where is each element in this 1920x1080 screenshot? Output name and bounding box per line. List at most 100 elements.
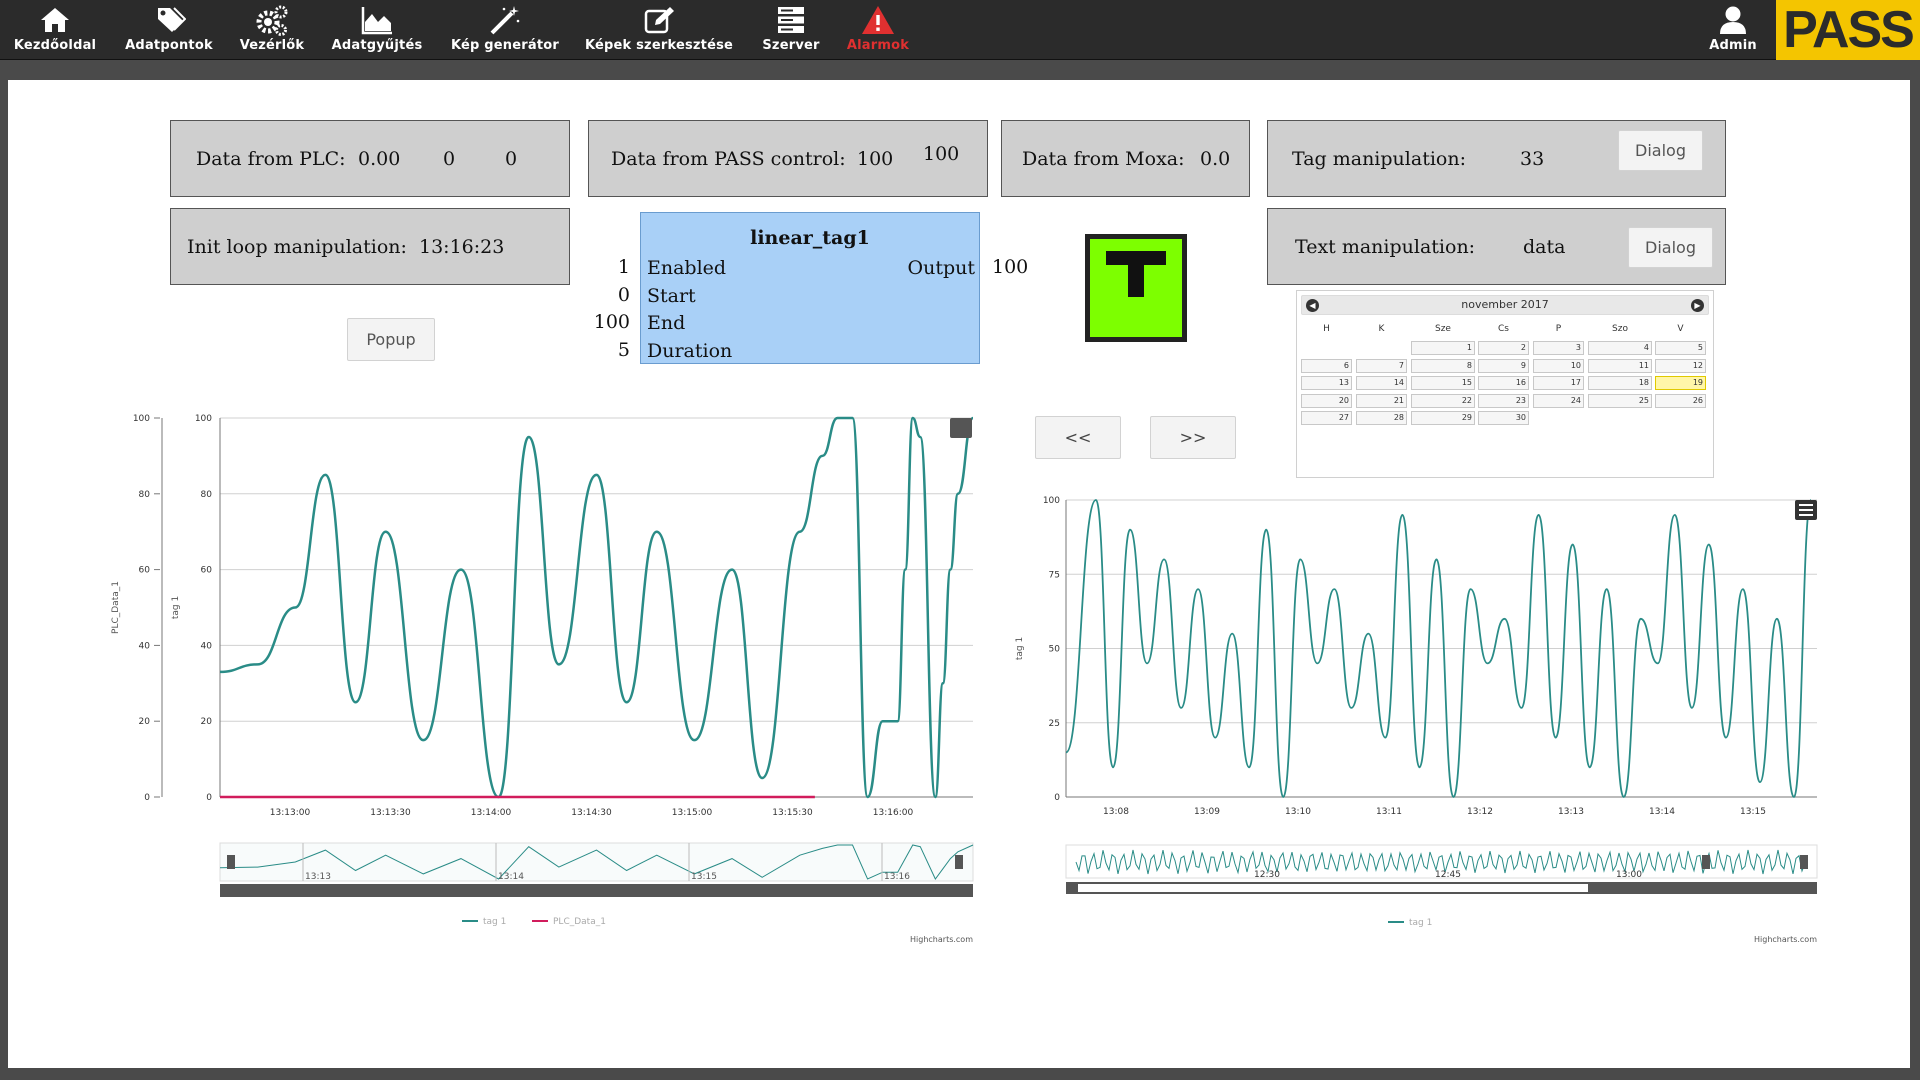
- calendar-widget: ◀ november 2017 ▶ H K Sze Cs P Szo V 123456789…: [1296, 290, 1714, 478]
- y-axis-title: tag 1: [1015, 637, 1025, 660]
- nav-datapoints[interactable]: Adatpontok: [124, 4, 214, 56]
- calendar-day[interactable]: 4: [1588, 341, 1652, 355]
- chart2-legend[interactable]: tag 1: [1388, 918, 1432, 928]
- nav-controllers[interactable]: Vezérlők: [238, 4, 306, 56]
- text-manipulation-value: data: [1523, 235, 1566, 258]
- chart1-axes: 0 20 40 60 80 100 0 20 40 60 80 100 PLC_Data_1 tag 1 1…: [111, 414, 973, 818]
- calendar-day[interactable]: 9: [1478, 358, 1529, 373]
- calendar-day[interactable]: 26: [1655, 393, 1706, 408]
- calendar-day[interactable]: 14: [1356, 376, 1407, 390]
- function-block-linear-tag1[interactable]: linear_tag1 Enabled Start End Duration O…: [640, 212, 980, 364]
- calendar-day[interactable]: 15: [1411, 376, 1475, 390]
- calendar-day[interactable]: 27: [1301, 411, 1352, 425]
- navigator-scrollbar: [220, 884, 973, 897]
- nav-image-generator[interactable]: Kép generátor: [450, 4, 560, 56]
- navigator-tick-label: 12:30: [1254, 870, 1280, 880]
- moxa-value: 0.0: [1200, 147, 1231, 170]
- calendar-day[interactable]: 13: [1301, 376, 1352, 390]
- calendar-day[interactable]: 12: [1655, 358, 1706, 373]
- calendar-dow: V: [1677, 324, 1684, 334]
- fb-input-duration-label: Duration: [647, 340, 733, 362]
- calendar-day[interactable]: 2: [1478, 341, 1529, 355]
- chart1-menu-icon[interactable]: [950, 418, 972, 438]
- chart-tag1-history[interactable]: 0 25 50 75 100 tag 1 13:08 13:09 13:10 13:11 13:12…: [1010, 490, 1830, 950]
- fb-output-value: 100: [992, 256, 1029, 278]
- navigator-tick-label: 13:13: [305, 872, 331, 882]
- init-loop-panel: Init loop manipulation: 13:16:23: [170, 208, 570, 285]
- x-tick-label: 13:15:00: [672, 808, 713, 818]
- y-tick-label: 100: [1043, 496, 1060, 506]
- calendar-day[interactable]: 11: [1588, 358, 1652, 373]
- area-chart-icon: [361, 7, 392, 35]
- calendar-day[interactable]: 20: [1301, 393, 1352, 408]
- y-tick-label: 50: [1049, 645, 1061, 655]
- y-tick-label-left: 0: [144, 793, 150, 803]
- status-indicator[interactable]: [1085, 234, 1187, 342]
- calendar-day[interactable]: 24: [1533, 393, 1584, 408]
- nav-data-collection[interactable]: Adatgyűjtés: [332, 4, 422, 56]
- fb-input-end-label: End: [647, 312, 686, 334]
- plc-value-2: 0: [443, 147, 456, 170]
- calendar-day[interactable]: 30: [1478, 411, 1529, 425]
- x-tick-label: 13:14:30: [571, 808, 612, 818]
- chart2-menu-icon[interactable]: [1795, 500, 1817, 520]
- legend-item: tag 1: [1409, 918, 1432, 928]
- y-tick-label-right: 40: [201, 641, 213, 651]
- nav-home[interactable]: Kezdőoldal: [14, 4, 96, 56]
- x-tick-label: 13:13:00: [270, 808, 311, 818]
- calendar-header: ◀ november 2017 ▶: [1301, 295, 1709, 315]
- text-dialog-button[interactable]: Dialog: [1628, 227, 1713, 268]
- prev-button[interactable]: <<: [1035, 416, 1121, 459]
- pass-control-value-2: 100: [923, 143, 960, 165]
- chart1-navigator[interactable]: 13:13 13:14 13:15 13:16: [219, 842, 974, 897]
- calendar-day[interactable]: 22: [1411, 393, 1475, 408]
- home-icon: [41, 8, 69, 32]
- calendar-day[interactable]: 25: [1588, 393, 1652, 408]
- y-tick-label-right: 80: [201, 490, 213, 500]
- x-tick-label: 13:14:00: [471, 808, 512, 818]
- warning-icon: [862, 6, 894, 34]
- moxa-data-panel: Data from Moxa: 0.0: [1001, 120, 1250, 197]
- calendar-dow: P: [1555, 324, 1562, 334]
- calendar-day-today[interactable]: 19: [1655, 376, 1706, 390]
- navigator-scrollbar-thumb: [1078, 884, 1588, 892]
- chart-tag1-plc-data[interactable]: 020406080100020406080100PLC_Data_1 tag 11…: [100, 400, 990, 950]
- edit-icon: [644, 7, 674, 34]
- calendar-day[interactable]: 3: [1533, 341, 1584, 355]
- calendar-day[interactable]: 16: [1478, 376, 1529, 390]
- chart2-navigator[interactable]: 12:30 12:45 13:00: [1065, 844, 1818, 894]
- popup-button[interactable]: Popup: [347, 318, 435, 361]
- calendar-next-icon[interactable]: ▶: [1691, 299, 1704, 312]
- nav-user-admin[interactable]: Admin: [1700, 4, 1766, 56]
- tag-dialog-button[interactable]: Dialog: [1618, 130, 1703, 171]
- tag-icon: [158, 7, 186, 32]
- calendar-day[interactable]: 29: [1411, 411, 1475, 425]
- y-tick-label-right: 0: [206, 793, 212, 803]
- calendar-prev-icon[interactable]: ◀: [1306, 299, 1319, 312]
- chart1-legend[interactable]: tag 1 PLC_Data_1: [462, 917, 606, 927]
- calendar-dow: Sze: [1435, 324, 1451, 334]
- y-tick-label-left: 80: [139, 490, 151, 500]
- nav-image-editor[interactable]: Képek szerkesztése: [584, 4, 734, 56]
- calendar-day[interactable]: 23: [1478, 393, 1529, 408]
- calendar-day[interactable]: 18: [1588, 376, 1652, 390]
- calendar-day[interactable]: 1: [1411, 341, 1475, 355]
- calendar-day[interactable]: 10: [1533, 358, 1584, 373]
- next-button[interactable]: >>: [1150, 416, 1236, 459]
- navigator-tick-label: 13:14: [498, 872, 524, 882]
- x-tick-label: 13:15:30: [772, 808, 813, 818]
- calendar-day[interactable]: 6: [1301, 358, 1352, 373]
- calendar-day[interactable]: 7: [1356, 358, 1407, 373]
- calendar-day[interactable]: 21: [1356, 393, 1407, 408]
- navigator-tick-label: 13:15: [691, 872, 717, 882]
- nav-server[interactable]: Szerver: [756, 4, 826, 56]
- chart1-credits[interactable]: Highcharts.com: [910, 935, 973, 944]
- y-tick-label-right: 20: [201, 717, 213, 727]
- calendar-day[interactable]: 8: [1411, 358, 1475, 373]
- calendar-day[interactable]: 28: [1356, 411, 1407, 425]
- calendar-day[interactable]: 5: [1655, 341, 1706, 355]
- calendar-day[interactable]: 17: [1533, 376, 1584, 390]
- plc-data-panel: Data from PLC: 0.00 0 0: [170, 120, 570, 197]
- nav-alarms[interactable]: Alarmok: [846, 4, 910, 56]
- chart2-credits[interactable]: Highcharts.com: [1754, 935, 1817, 944]
